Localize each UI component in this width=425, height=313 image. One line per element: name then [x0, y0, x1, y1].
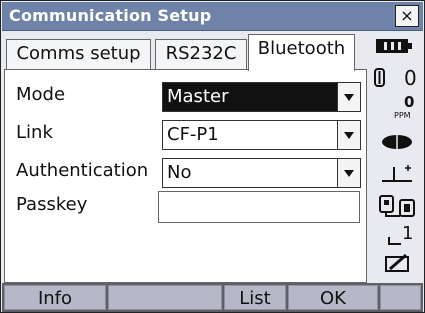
tilt-icon — [382, 165, 412, 182]
bluetooth-panel: Mode Master Link CF-P1 Authentication No… — [4, 69, 367, 283]
chevron-down-icon[interactable] — [337, 159, 360, 187]
passkey-input[interactable] — [158, 191, 360, 223]
window-title: Communication Setup — [9, 6, 212, 25]
passkey-label: Passkey — [16, 194, 88, 215]
mode-dropdown[interactable]: Master — [162, 82, 361, 112]
authentication-label: Authentication — [16, 160, 149, 181]
tab-comms-setup[interactable]: Comms setup — [6, 39, 151, 69]
link-label: Link — [16, 122, 53, 143]
page-number: 1 — [402, 223, 414, 244]
authentication-dropdown[interactable]: No — [162, 158, 361, 188]
page-icon — [388, 237, 401, 245]
tab-label: Bluetooth — [257, 38, 346, 59]
tab-label: RS232C — [165, 43, 237, 64]
ppm-value: 0 — [404, 93, 415, 111]
chevron-down-icon[interactable] — [337, 83, 360, 111]
blank-softkey[interactable] — [380, 285, 421, 310]
authentication-value: No — [167, 162, 192, 183]
softkey-bar: Info List OK — [2, 283, 423, 312]
tab-label: Comms setup — [16, 43, 141, 64]
interface-icon — [379, 195, 415, 217]
softkey-label: List — [239, 288, 271, 309]
link-dropdown[interactable]: CF-P1 — [162, 120, 361, 150]
battery-icon — [376, 39, 412, 53]
chevron-down-icon[interactable] — [337, 121, 360, 149]
info-softkey[interactable]: Info — [4, 285, 106, 310]
list-softkey[interactable]: List — [224, 285, 286, 310]
prism-icon — [382, 135, 412, 149]
tab-rs232c[interactable]: RS232C — [155, 39, 247, 69]
dialog-window: Communication Setup × Comms setup RS232C… — [0, 0, 425, 313]
title-bar: Communication Setup × — [2, 2, 423, 31]
target-constant: 0 — [404, 66, 417, 90]
tab-bluetooth[interactable]: Bluetooth — [248, 34, 355, 71]
close-button[interactable]: × — [395, 5, 419, 27]
link-value: CF-P1 — [167, 124, 219, 145]
blank-softkey[interactable] — [108, 285, 222, 310]
status-panel: 0 0 PPM 1 — [368, 31, 424, 283]
mode-label: Mode — [16, 84, 66, 105]
ok-softkey[interactable]: OK — [288, 285, 378, 310]
ppm-unit: PPM — [394, 111, 411, 120]
mode-value: Master — [167, 86, 229, 107]
target-icon — [374, 68, 385, 87]
edit-icon — [385, 253, 409, 272]
softkey-label: OK — [320, 288, 346, 309]
softkey-label: Info — [37, 288, 73, 309]
